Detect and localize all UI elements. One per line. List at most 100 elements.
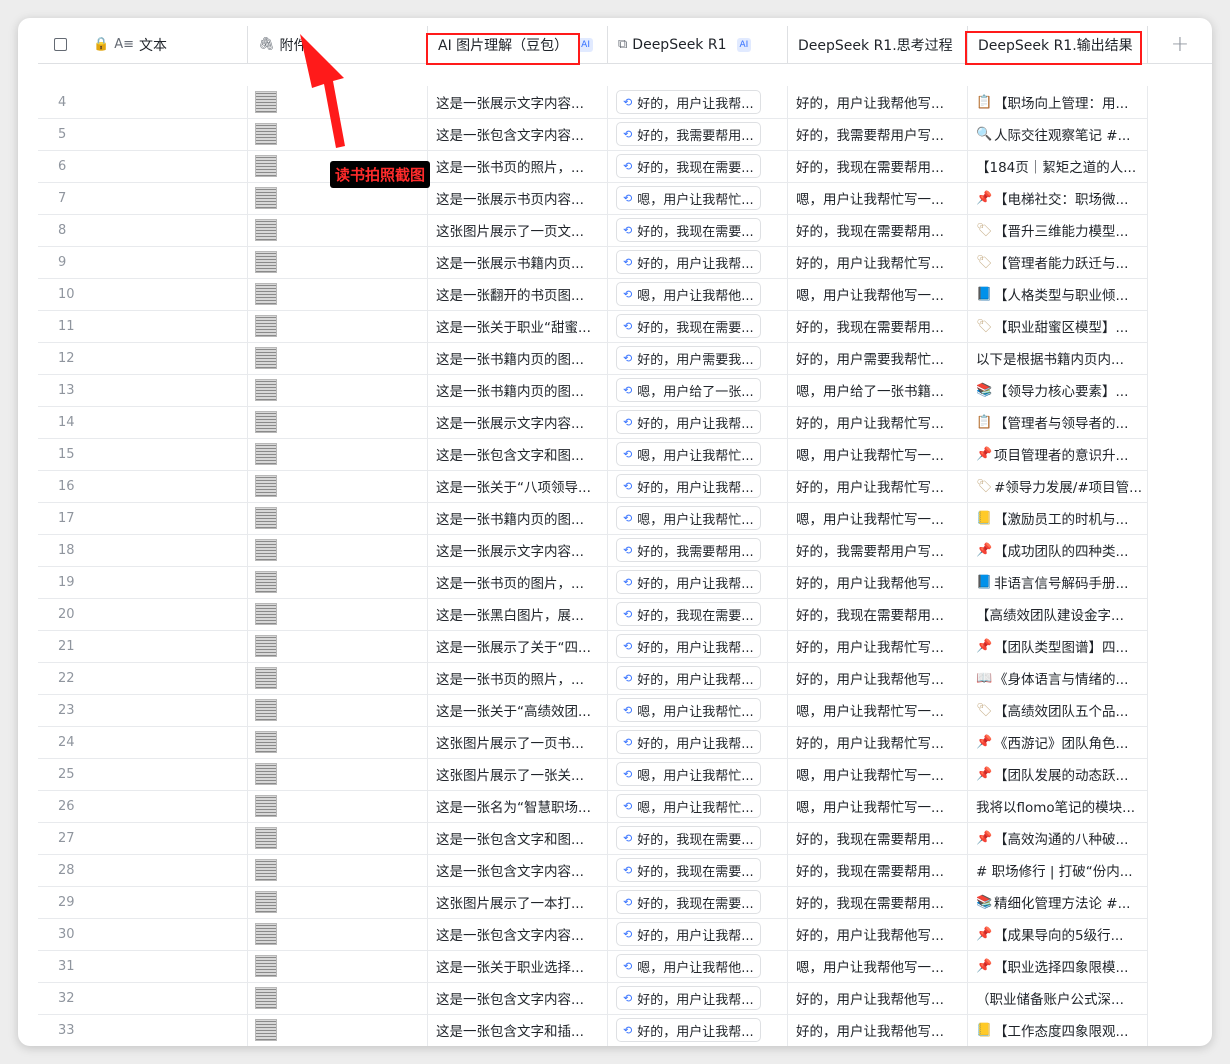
add-column-button[interactable]: +: [1148, 26, 1212, 63]
deepseek-think-cell[interactable]: 嗯，用户让我帮忙写一...: [788, 694, 968, 726]
row-number-cell[interactable]: 14: [38, 406, 248, 438]
attachment-thumbnail[interactable]: [255, 667, 277, 689]
row-number-cell[interactable]: 26: [38, 790, 248, 822]
table-row[interactable]: 25 这张图片展示了一张关... ⟲ 嗯，用户让我帮忙... 嗯，用户让我帮忙写一...…: [38, 758, 1148, 791]
ai-image-cell[interactable]: 这是一张关于职业选择...: [428, 950, 608, 982]
ai-image-cell[interactable]: 这是一张展示书页内容...: [428, 182, 608, 214]
deepseek-output-cell[interactable]: 🏷 【高绩效团队五个品...: [968, 694, 1148, 726]
ai-image-cell[interactable]: 这是一张展示文字内容...: [428, 406, 608, 438]
row-number-cell[interactable]: 5: [38, 118, 248, 150]
deepseek-record-pill[interactable]: ⟲ 好的，用户让我帮...: [616, 666, 761, 690]
ai-image-cell[interactable]: 这是一张关于职业“甜蜜...: [428, 310, 608, 342]
row-number-cell[interactable]: 6: [38, 150, 248, 182]
attachment-thumbnail[interactable]: [255, 1019, 277, 1041]
deepseek-cell[interactable]: ⟲ 嗯，用户让我帮忙...: [608, 502, 788, 534]
deepseek-think-cell[interactable]: 好的，我现在需要帮用...: [788, 886, 968, 918]
attachment-cell[interactable]: [248, 694, 428, 726]
deepseek-cell[interactable]: ⟲ 好的，用户让我帮...: [608, 470, 788, 502]
attachment-thumbnail[interactable]: [255, 571, 277, 593]
deepseek-record-pill[interactable]: ⟲ 嗯，用户让我帮他...: [616, 954, 761, 978]
deepseek-cell[interactable]: ⟲ 好的，用户让我帮...: [608, 86, 788, 118]
table-row[interactable]: 5 这是一张包含文字内容... ⟲ 好的，我需要帮用... 好的，我需要帮用户写... 🔍…: [38, 118, 1148, 151]
deepseek-record-pill[interactable]: ⟲ 嗯，用户让我帮忙...: [616, 698, 761, 722]
deepseek-think-cell[interactable]: 好的，用户让我帮他写...: [788, 1014, 968, 1046]
row-number-cell[interactable]: 25: [38, 758, 248, 790]
table-row[interactable]: 10 这是一张翻开的书页图... ⟲ 嗯，用户让我帮他... 嗯，用户让我帮他写一...…: [38, 278, 1148, 311]
ai-image-cell[interactable]: 这张图片展示了一页书...: [428, 726, 608, 758]
table-row[interactable]: 28 这是一张包含文字内容... ⟲ 好的，我现在需要... 好的，我现在需要帮用...…: [38, 854, 1148, 887]
row-number-cell[interactable]: 17: [38, 502, 248, 534]
deepseek-record-pill[interactable]: ⟲ 好的，用户让我帮...: [616, 730, 761, 754]
attachment-thumbnail[interactable]: [255, 539, 277, 561]
deepseek-think-cell[interactable]: 好的，用户让我帮忙写...: [788, 726, 968, 758]
deepseek-think-cell[interactable]: 好的，用户需要我帮忙...: [788, 342, 968, 374]
deepseek-cell[interactable]: ⟲ 嗯，用户让我帮忙...: [608, 758, 788, 790]
ai-image-cell[interactable]: 这是一张包含文字和插...: [428, 1014, 608, 1046]
attachment-thumbnail[interactable]: [255, 699, 277, 721]
deepseek-record-pill[interactable]: ⟲ 好的，我现在需要...: [616, 858, 761, 882]
attachment-thumbnail[interactable]: [255, 987, 277, 1009]
deepseek-record-pill[interactable]: ⟲ 嗯，用户让我帮忙...: [616, 186, 761, 210]
attachment-cell[interactable]: [248, 918, 428, 950]
table-row[interactable]: 29 这张图片展示了一本打... ⟲ 好的，我现在需要... 好的，我现在需要帮用...…: [38, 886, 1148, 919]
deepseek-output-cell[interactable]: 📒 【工作态度四象限观...: [968, 1014, 1148, 1046]
deepseek-output-cell[interactable]: 📚 【领导力核心要素】...: [968, 374, 1148, 406]
row-number-cell[interactable]: 24: [38, 726, 248, 758]
deepseek-output-cell[interactable]: （职业储备账户公式深...: [968, 982, 1148, 1014]
deepseek-think-cell[interactable]: 嗯，用户给了一张书籍...: [788, 374, 968, 406]
deepseek-think-cell[interactable]: 好的，我需要帮用户写...: [788, 118, 968, 150]
deepseek-think-cell[interactable]: 好的，用户让我帮忙写...: [788, 630, 968, 662]
attachment-cell[interactable]: [248, 374, 428, 406]
ai-image-cell[interactable]: 这是一张展示文字内容...: [428, 86, 608, 118]
deepseek-output-cell[interactable]: 📘 非语言信号解码手册...: [968, 566, 1148, 598]
attachment-cell[interactable]: [248, 822, 428, 854]
deepseek-record-pill[interactable]: ⟲ 好的，我现在需要...: [616, 314, 761, 338]
attachment-cell[interactable]: [248, 438, 428, 470]
deepseek-output-cell[interactable]: 🏷 #领导力发展/#项目管...: [968, 470, 1148, 502]
deepseek-think-cell[interactable]: 好的，用户让我帮忙写...: [788, 406, 968, 438]
row-number-cell[interactable]: 27: [38, 822, 248, 854]
table-row[interactable]: 6 这是一张书页的照片，... ⟲ 好的，我现在需要... 好的，我现在需要帮用... 【…: [38, 150, 1148, 183]
attachment-thumbnail[interactable]: [255, 827, 277, 849]
row-number-cell[interactable]: 28: [38, 854, 248, 886]
attachment-thumbnail[interactable]: [255, 891, 277, 913]
attachment-thumbnail[interactable]: [255, 347, 277, 369]
attachment-cell[interactable]: [248, 342, 428, 374]
attachment-cell[interactable]: [248, 950, 428, 982]
row-number-cell[interactable]: 8: [38, 214, 248, 246]
deepseek-output-cell[interactable]: 🔍 人际交往观察笔记 #...: [968, 118, 1148, 150]
deepseek-think-cell[interactable]: 好的，我需要帮用户写...: [788, 534, 968, 566]
ai-image-cell[interactable]: 这是一张关于“八项领导...: [428, 470, 608, 502]
deepseek-cell[interactable]: ⟲ 嗯，用户让我帮他...: [608, 278, 788, 310]
attachment-cell[interactable]: [248, 758, 428, 790]
ai-image-cell[interactable]: 这是一张包含文字和图...: [428, 438, 608, 470]
attachment-thumbnail[interactable]: [255, 187, 277, 209]
deepseek-output-cell[interactable]: 以下是根据书籍内页内...: [968, 342, 1148, 374]
table-row[interactable]: 12 这是一张书籍内页的图... ⟲ 好的，用户需要我... 好的，用户需要我帮忙...…: [38, 342, 1148, 375]
deepseek-cell[interactable]: ⟲ 好的，我现在需要...: [608, 214, 788, 246]
attachment-thumbnail[interactable]: [255, 475, 277, 497]
deepseek-think-cell[interactable]: 好的，我现在需要帮用...: [788, 310, 968, 342]
deepseek-think-cell[interactable]: 好的，用户让我帮他写...: [788, 662, 968, 694]
row-number-cell[interactable]: 21: [38, 630, 248, 662]
deepseek-think-cell[interactable]: 好的，我现在需要帮用...: [788, 822, 968, 854]
header-deepseek-think-column[interactable]: DeepSeek R1.思考过程: [788, 26, 968, 63]
deepseek-cell[interactable]: ⟲ 好的，用户让我帮...: [608, 918, 788, 950]
attachment-thumbnail[interactable]: [255, 123, 277, 145]
deepseek-cell[interactable]: ⟲ 好的，用户让我帮...: [608, 1014, 788, 1046]
deepseek-think-cell[interactable]: 好的，用户让我帮他写...: [788, 918, 968, 950]
ai-image-cell[interactable]: 这是一张名为“智慧职场...: [428, 790, 608, 822]
table-row[interactable]: 9 这是一张展示书籍内页... ⟲ 好的，用户让我帮... 好的，用户让我帮忙写... 🏷…: [38, 246, 1148, 279]
deepseek-record-pill[interactable]: ⟲ 好的，用户让我帮...: [616, 1018, 761, 1042]
deepseek-record-pill[interactable]: ⟲ 好的，用户让我帮...: [616, 90, 761, 114]
deepseek-cell[interactable]: ⟲ 好的，我现在需要...: [608, 150, 788, 182]
attachment-cell[interactable]: [248, 1014, 428, 1046]
deepseek-output-cell[interactable]: 📌 《西游记》团队角色...: [968, 726, 1148, 758]
deepseek-record-pill[interactable]: ⟲ 嗯，用户让我帮忙...: [616, 762, 761, 786]
deepseek-output-cell[interactable]: 📌 【成功团队的四种类...: [968, 534, 1148, 566]
table-row[interactable]: 4 这是一张展示文字内容... ⟲ 好的，用户让我帮... 好的，用户让我帮他写... 📋…: [38, 86, 1148, 119]
deepseek-record-pill[interactable]: ⟲ 嗯，用户让我帮忙...: [616, 794, 761, 818]
attachment-thumbnail[interactable]: [255, 155, 277, 177]
deepseek-cell[interactable]: ⟲ 好的，用户让我帮...: [608, 982, 788, 1014]
deepseek-cell[interactable]: ⟲ 嗯，用户让我帮忙...: [608, 790, 788, 822]
